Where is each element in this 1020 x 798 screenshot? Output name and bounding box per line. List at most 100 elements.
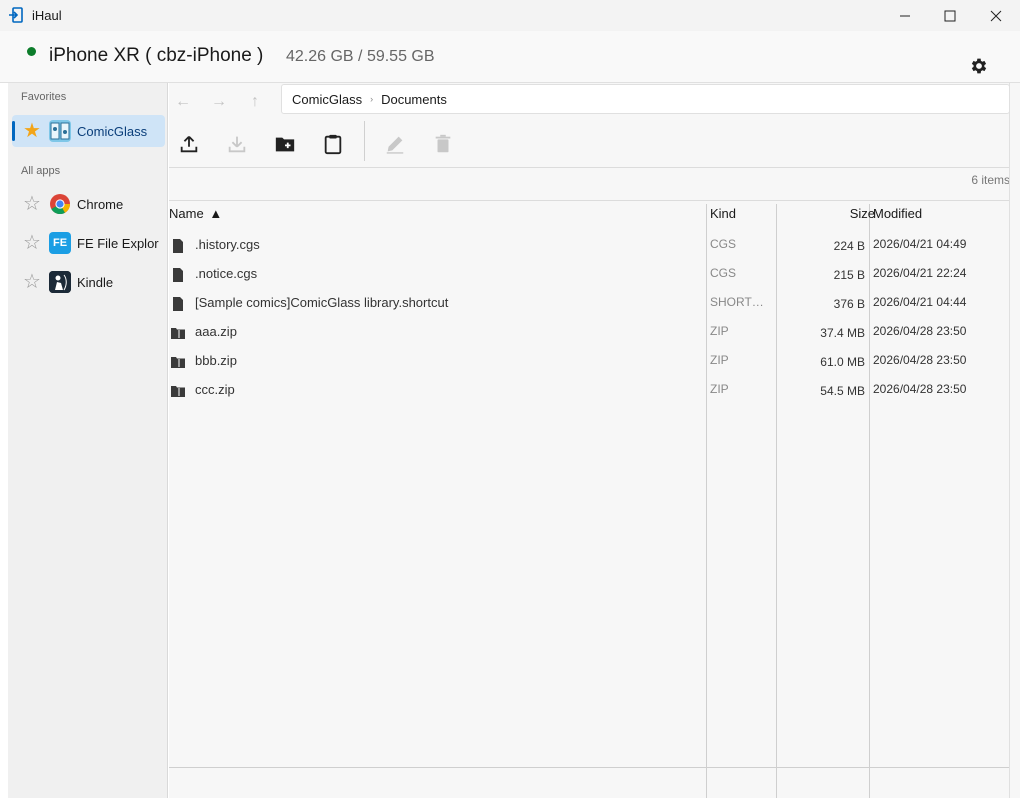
device-storage: 42.26 GB / 59.55 GB [286,48,435,65]
column-header-size[interactable]: Size [850,206,875,221]
file-icon [173,239,183,253]
file-modified: 2026/04/21 22:24 [873,266,967,280]
toolbar-separator [169,167,1010,168]
clipboard-icon [324,134,342,155]
window-edge [1009,83,1020,798]
selection-indicator [12,121,15,141]
fe-file-explorer-icon: FE [49,232,71,254]
table-footer-separator [169,767,1010,768]
sort-ascending-icon: ▲ [209,206,223,221]
item-count: 6 items [971,173,1010,187]
settings-button[interactable] [966,53,992,79]
pencil-icon [386,136,404,154]
sidebar-item-kindle[interactable]: ☆ Kindle [12,266,165,298]
kindle-icon [49,271,71,293]
forward-button[interactable]: → [207,90,231,114]
table-row[interactable]: aaa.zip ZIP 37.4 MB 2026/04/28 23:50 [169,317,1010,346]
table-row[interactable]: .history.cgs CGS 224 B 2026/04/21 04:49 [169,230,1010,259]
file-name: aaa.zip [195,324,237,339]
rename-button[interactable] [379,128,411,160]
table-row[interactable]: .notice.cgs CGS 215 B 2026/04/21 22:24 [169,259,1010,288]
zip-folder-icon [171,357,185,368]
file-size: 224 B [833,239,865,253]
file-kind: CGS [710,266,737,280]
file-modified: 2026/04/28 23:50 [873,382,967,396]
delete-button[interactable] [427,128,459,160]
arrow-left-icon: ← [175,93,191,110]
main-panel: ← → ↑ ComicGlass › Documents 6 items Nam… [169,83,1020,798]
download-button[interactable] [221,128,253,160]
breadcrumb-item[interactable]: Documents [381,92,447,107]
file-size: 376 B [833,297,865,311]
column-header-label: Name [169,206,204,221]
arrow-right-icon: → [211,93,227,110]
breadcrumb-item[interactable]: ComicGlass [292,92,362,107]
file-name: .history.cgs [195,237,260,252]
star-filled-icon[interactable]: ★ [23,121,43,141]
minimize-button[interactable] [882,0,928,31]
file-kind: ZIP [710,382,729,396]
file-icon [173,268,183,282]
sidebar-item-fe-file-explorer[interactable]: ☆ FE FE File Explorer [12,227,165,259]
sidebar: Favorites ★ ComicGlass All apps ☆ Chrome… [8,83,168,798]
file-kind: SHORTCUT [710,295,772,309]
title-bar: iHaul [0,0,1020,31]
column-header-name[interactable]: Name ▲ [169,206,222,221]
favorites-section-label: Favorites [21,91,67,103]
trash-icon [435,134,451,153]
comicglass-icon [49,120,71,142]
paste-button[interactable] [317,128,349,160]
app-login-icon [9,7,23,23]
file-kind: ZIP [710,353,729,367]
all-apps-section-label: All apps [21,165,61,177]
breadcrumb: ComicGlass › Documents [281,84,1010,114]
file-size: 54.5 MB [820,384,865,398]
up-button[interactable]: ↑ [243,90,267,114]
table-row[interactable]: bbb.zip ZIP 61.0 MB 2026/04/28 23:50 [169,346,1010,375]
star-outline-icon[interactable]: ☆ [23,233,43,253]
toolbar-divider [364,121,365,161]
chevron-right-icon: › [370,94,374,104]
star-outline-icon[interactable]: ☆ [23,194,43,214]
maximize-icon [944,10,956,21]
zip-folder-icon [171,328,185,339]
maximize-button[interactable] [927,0,973,31]
back-button[interactable]: ← [171,90,195,114]
zip-folder-icon [171,386,185,397]
arrow-up-icon: ↑ [251,93,259,110]
table-row[interactable]: ccc.zip ZIP 54.5 MB 2026/04/28 23:50 [169,375,1010,404]
file-modified: 2026/04/21 04:49 [873,237,967,251]
file-icon [173,297,183,311]
star-outline-icon[interactable]: ☆ [23,272,43,292]
file-size: 37.4 MB [820,326,865,340]
close-icon [990,10,1002,21]
column-header-kind[interactable]: Kind [710,206,736,221]
file-name: bbb.zip [195,353,237,368]
sidebar-item-chrome[interactable]: ☆ Chrome [12,188,165,220]
close-button[interactable] [973,0,1019,31]
table-row[interactable]: [Sample comics]ComicGlass library.shortc… [169,288,1010,317]
download-icon [228,136,246,153]
file-name: [Sample comics]ComicGlass library.shortc… [195,295,449,310]
sidebar-item-label: FE File Explorer [77,235,159,251]
file-kind: ZIP [710,324,729,338]
chrome-icon [49,193,71,215]
upload-button[interactable] [173,128,205,160]
sidebar-item-label: ComicGlass [77,123,148,139]
new-folder-button[interactable] [269,128,301,160]
list-separator [169,200,1010,201]
column-header-modified[interactable]: Modified [873,206,922,221]
gear-icon [971,58,987,74]
file-size: 215 B [833,268,865,282]
new-folder-icon [275,137,295,152]
file-kind: CGS [710,237,737,251]
upload-icon [180,136,198,153]
file-modified: 2026/04/21 04:44 [873,295,967,309]
device-name: iPhone XR ( cbz-iPhone ) [49,45,264,66]
file-size: 61.0 MB [820,355,865,369]
sidebar-item-comicglass[interactable]: ★ ComicGlass [12,115,165,147]
device-header: iPhone XR ( cbz-iPhone ) 42.26 GB / 59.5… [0,31,1020,83]
file-modified: 2026/04/28 23:50 [873,353,967,367]
connection-status-dot [27,47,36,56]
file-modified: 2026/04/28 23:50 [873,324,967,338]
